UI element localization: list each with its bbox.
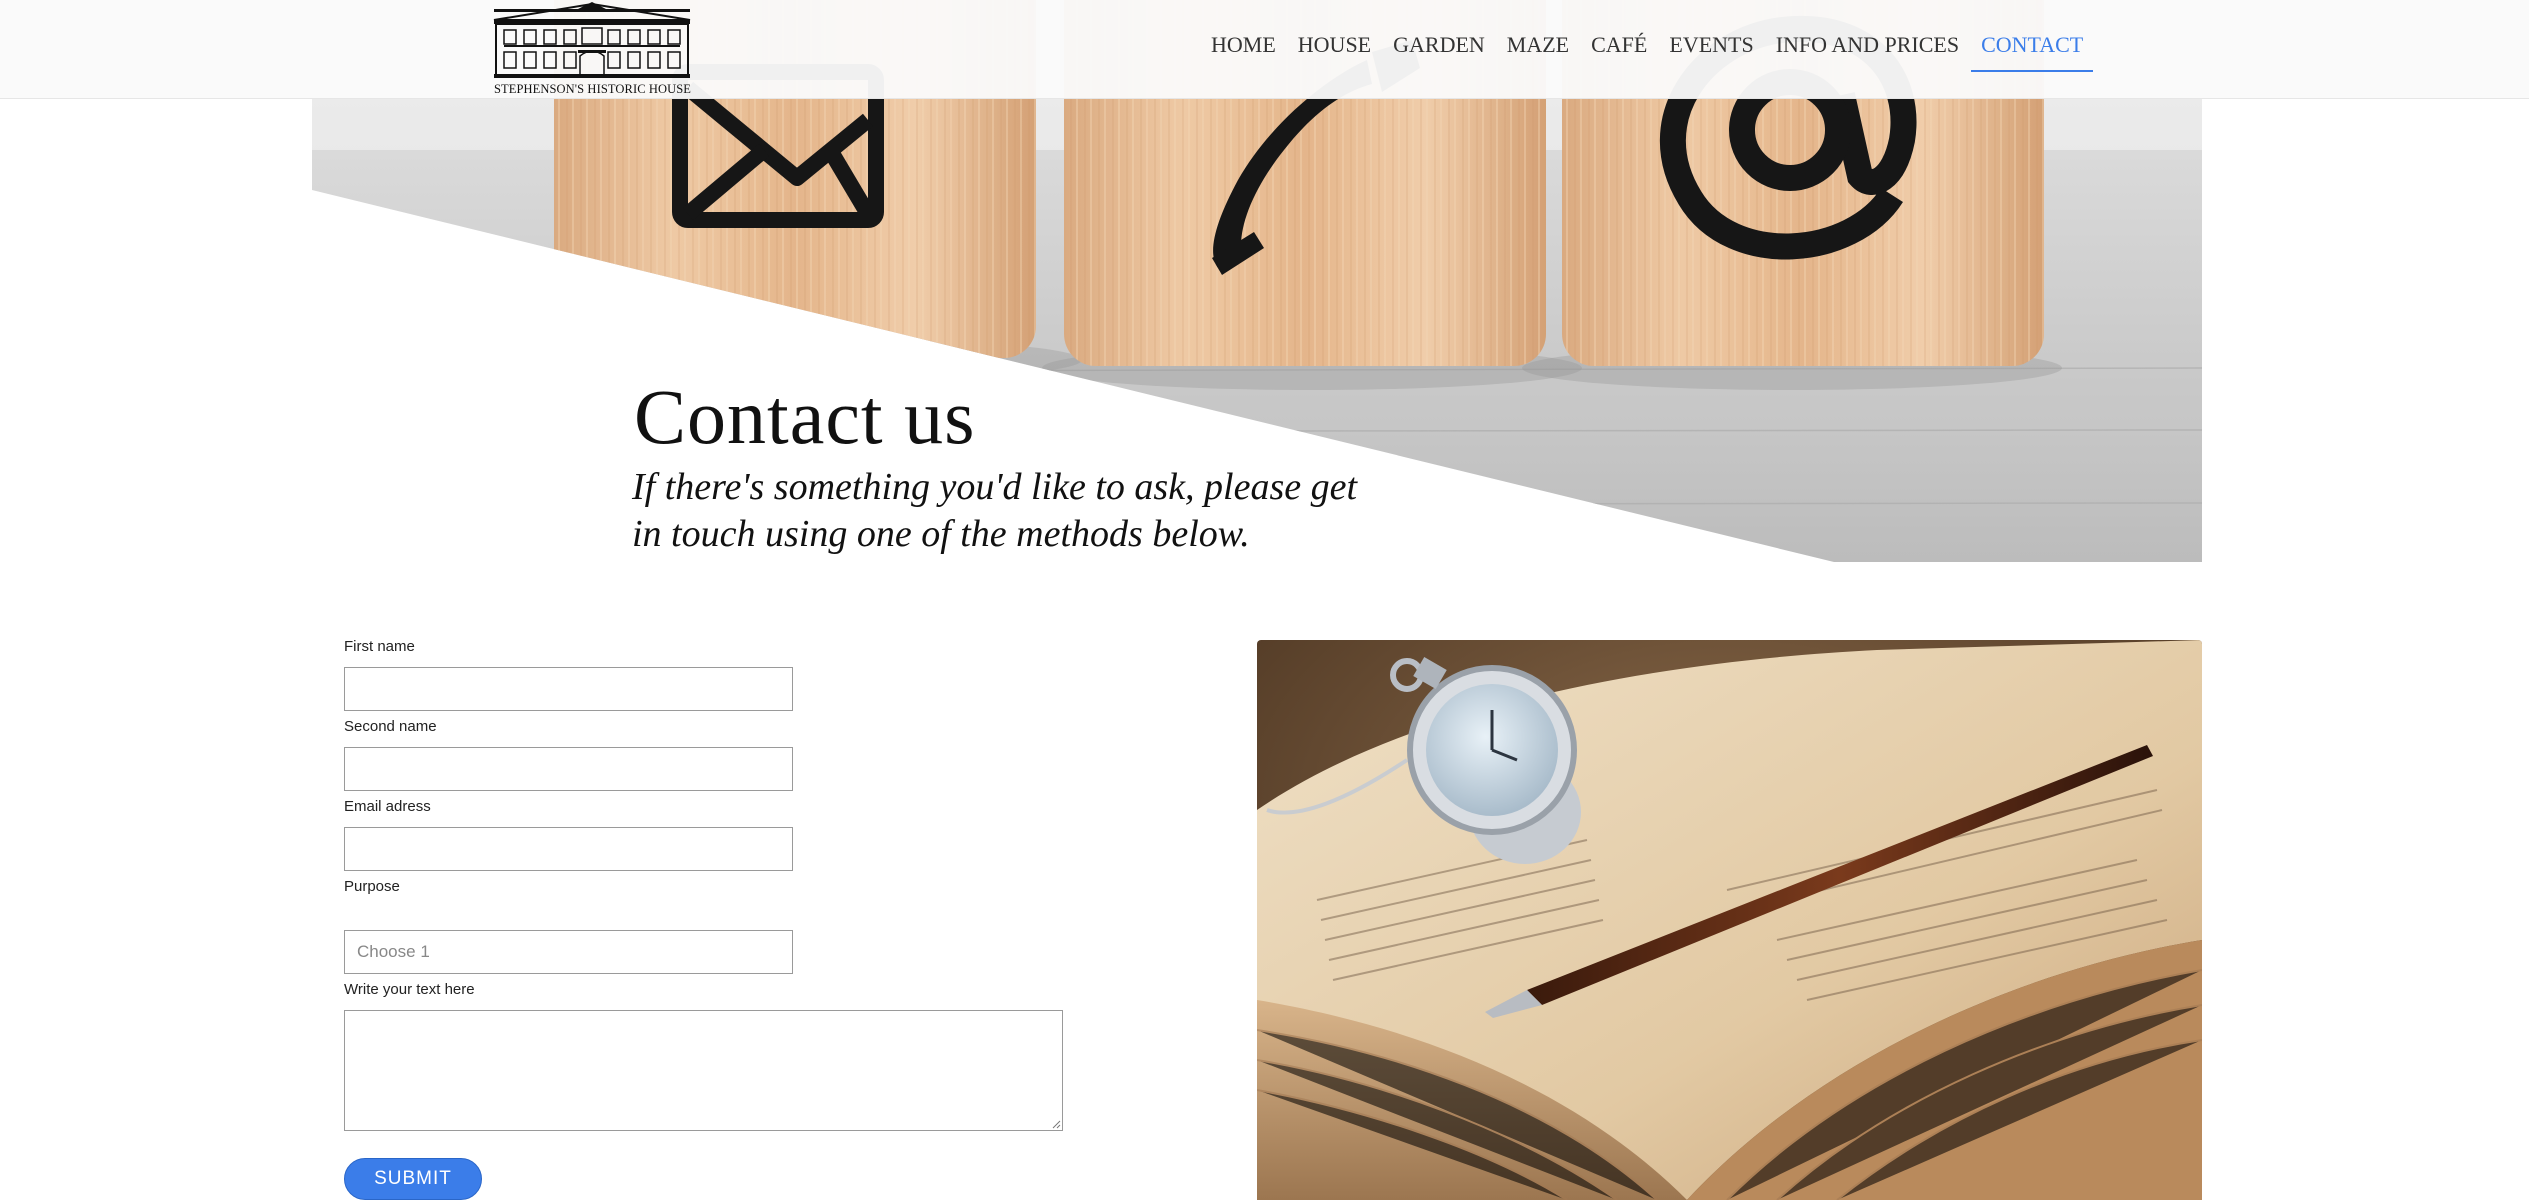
nav-garden[interactable]: GARDEN [1383,24,1495,70]
first-name-label: First name [344,638,415,655]
submit-button[interactable]: SUBMIT [344,1158,482,1200]
message-label: Write your text here [344,981,475,998]
nav-contact[interactable]: CONTACT [1971,24,2094,72]
message-textarea[interactable] [344,1010,1063,1131]
logo-text: STEPHENSON'S HISTORIC HOUSE [493,82,692,96]
page-title: Contact us [634,373,976,460]
purpose-label: Purpose [344,878,400,895]
second-name-input[interactable] [344,747,793,791]
first-name-input[interactable] [344,667,793,711]
page-subtitle: If there's something you'd like to ask, … [632,466,1358,555]
email-input[interactable] [344,827,793,871]
nav-cafe[interactable]: CAFÉ [1581,24,1657,70]
nav-home[interactable]: HOME [1201,24,1286,70]
main-nav: HOME HOUSE GARDEN MAZE CAFÉ EVENTS INFO … [1200,24,2094,72]
email-label: Email adress [344,798,431,815]
nav-maze[interactable]: MAZE [1497,24,1579,70]
site-logo[interactable]: STEPHENSON'S HISTORIC HOUSE [490,0,695,98]
resize-grip-icon[interactable] [1051,1119,1061,1129]
pocket-watch-book-image [1257,640,2202,1200]
purpose-select[interactable]: Choose 1 [344,930,793,974]
historic-house-logo-icon [493,2,691,78]
site-header: STEPHENSON'S HISTORIC HOUSE HOME HOUSE G… [0,0,2529,99]
nav-info-and-prices[interactable]: INFO AND PRICES [1766,24,1969,70]
nav-house[interactable]: HOUSE [1288,24,1381,70]
nav-events[interactable]: EVENTS [1659,24,1763,70]
second-name-label: Second name [344,718,437,735]
pocket-watch-book-photo [1257,640,2202,1200]
